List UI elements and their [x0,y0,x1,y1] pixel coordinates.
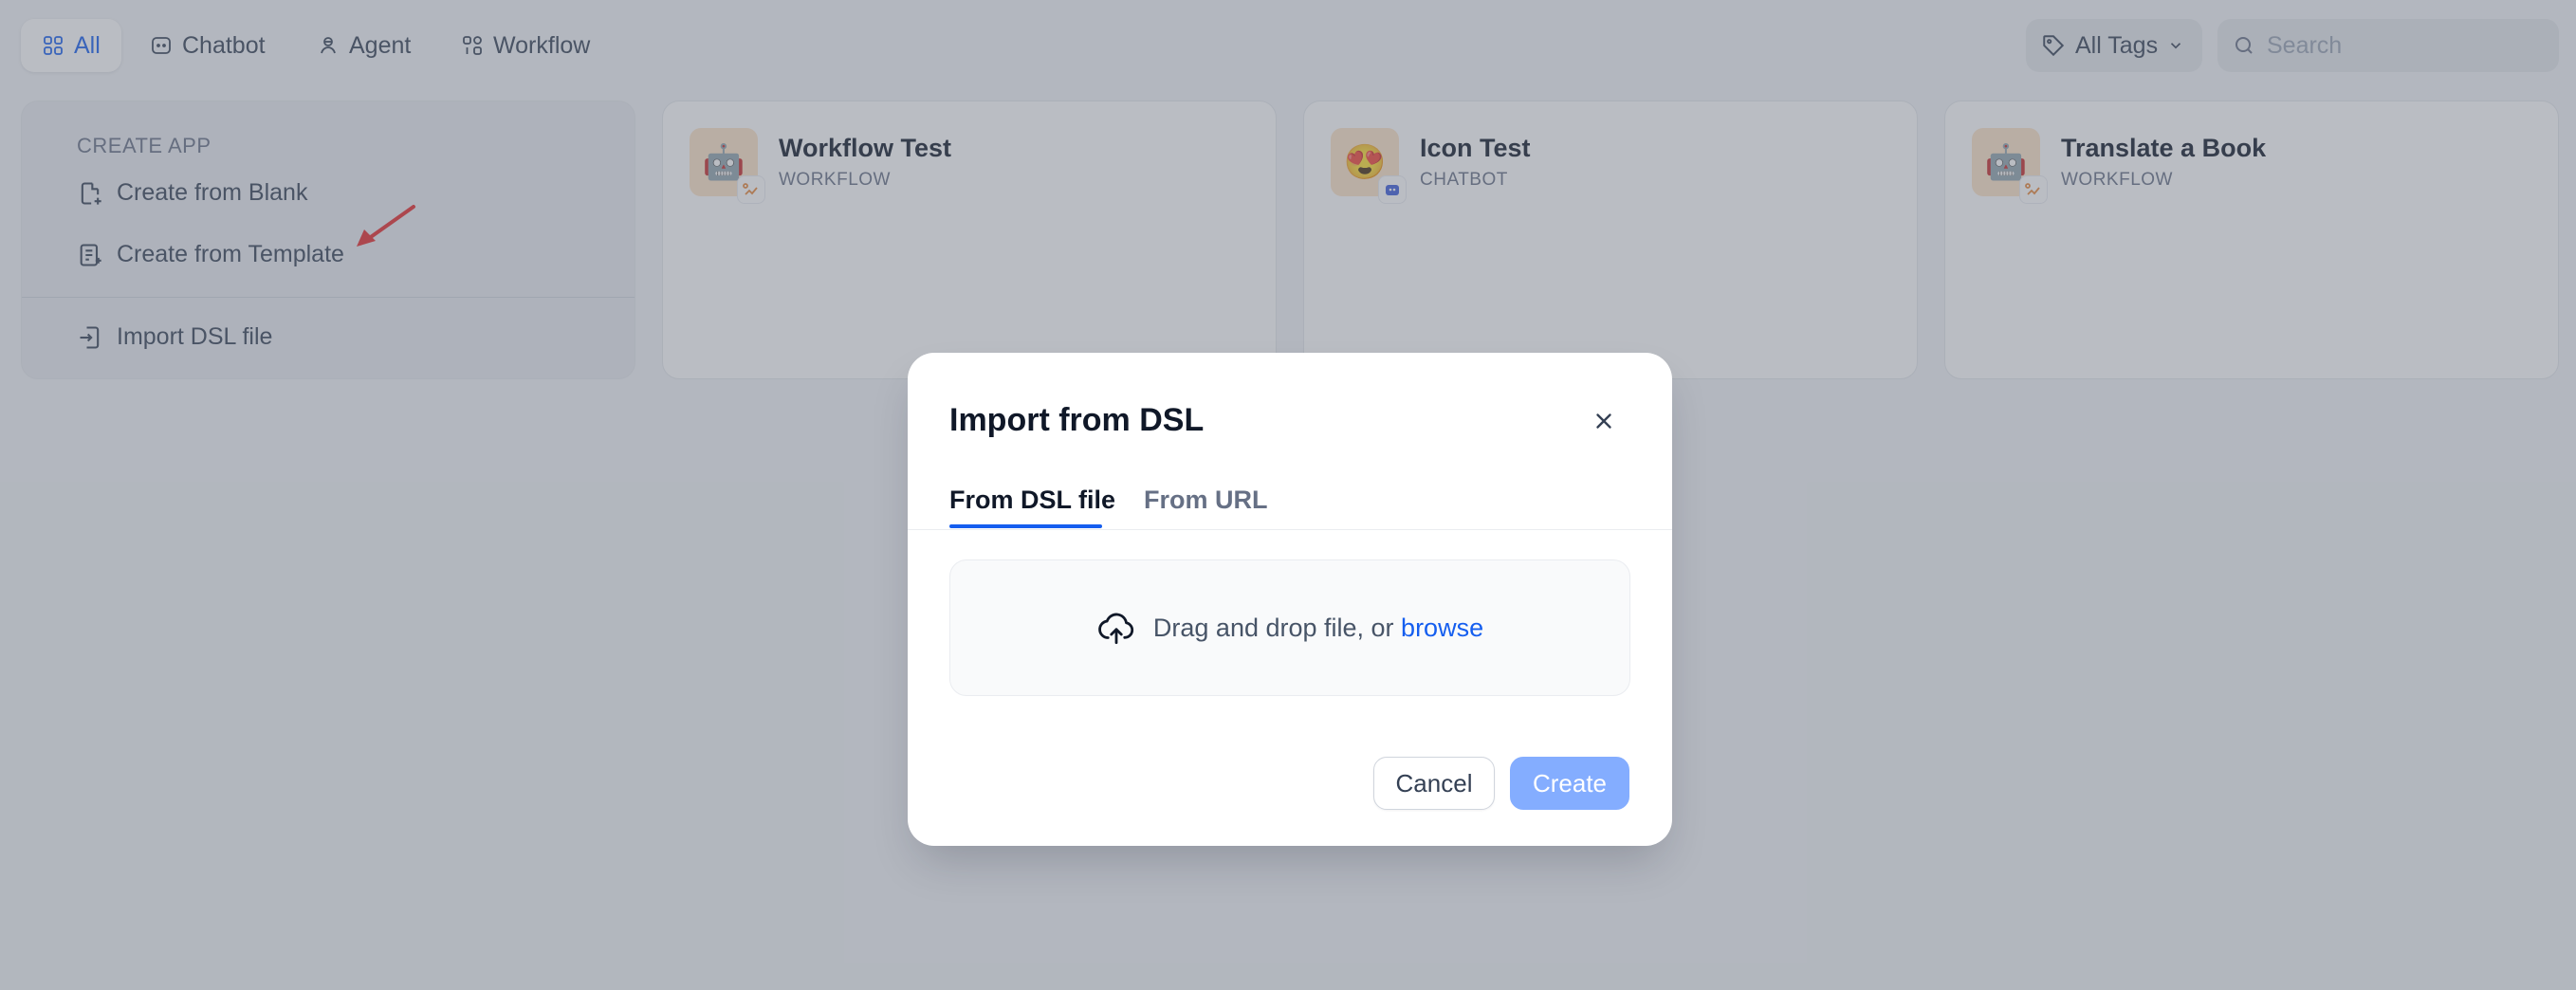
modal-title: Import from DSL [949,402,1205,438]
tab-from-url[interactable]: From URL [1144,486,1268,515]
create-button[interactable]: Create [1510,757,1629,810]
upload-cloud-icon [1098,613,1133,645]
close-button[interactable] [1581,398,1627,444]
browse-link[interactable]: browse [1401,614,1483,642]
dropzone-label: Drag and drop file, or [1152,613,1402,642]
cancel-button[interactable]: Cancel [1373,757,1495,810]
dropzone-text: Drag and drop file, or browse [1153,614,1483,643]
file-dropzone[interactable]: Drag and drop file, or browse [949,559,1630,696]
active-tab-indicator [949,524,1102,528]
tab-divider [908,529,1672,530]
import-dsl-modal: Import from DSL From DSL file From URL D… [908,353,1672,846]
close-icon [1596,413,1611,429]
tab-from-dsl-file[interactable]: From DSL file [949,486,1115,515]
